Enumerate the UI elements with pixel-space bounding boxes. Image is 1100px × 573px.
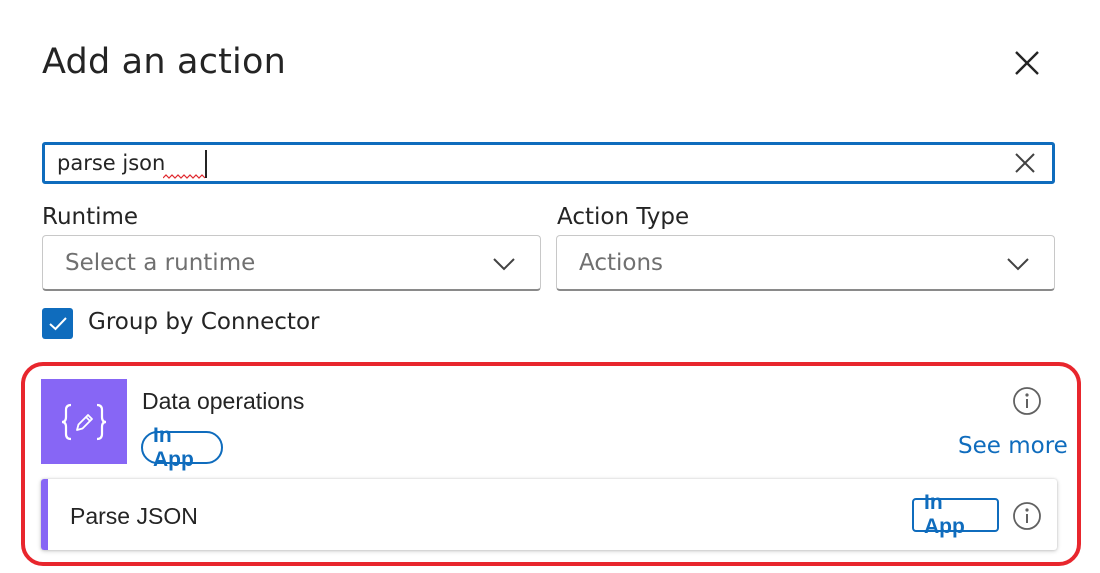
action-item-parse-json[interactable]: Parse JSON [41, 479, 1057, 550]
clear-search-button[interactable] [1012, 150, 1038, 176]
curly-braces-pencil-icon [61, 403, 107, 440]
action-type-label: Action Type [557, 204, 690, 230]
runtime-dropdown-placeholder: Select a runtime [65, 250, 256, 276]
text-caret [205, 150, 207, 178]
runtime-label: Runtime [42, 204, 139, 230]
dialog-title: Add an action [42, 42, 286, 82]
data-operations-connector-icon[interactable] [41, 379, 127, 464]
chevron-down-icon [493, 258, 515, 271]
action-in-app-badge: In App [912, 491, 999, 538]
action-info-icon[interactable] [1012, 501, 1042, 531]
clear-icon [1015, 153, 1035, 173]
runtime-dropdown[interactable]: Select a runtime [42, 235, 541, 291]
group-by-connector-checkbox[interactable] [42, 308, 73, 339]
close-button[interactable] [1008, 44, 1046, 82]
see-more-link[interactable]: See more [958, 433, 1068, 459]
search-box[interactable] [42, 142, 1055, 184]
connector-name: Data operations [142, 388, 305, 414]
connector-info-icon[interactable] [1012, 386, 1042, 416]
checkmark-icon [48, 316, 67, 330]
group-by-connector-label: Group by Connector [88, 309, 320, 335]
connector-in-app-badge: In App [141, 424, 223, 471]
action-type-dropdown-value: Actions [579, 250, 664, 276]
spellcheck-underline [163, 174, 205, 179]
action-type-dropdown[interactable]: Actions [556, 235, 1055, 291]
chevron-down-icon [1007, 258, 1029, 271]
close-icon [1015, 51, 1039, 75]
action-name: Parse JSON [70, 503, 198, 529]
action-accent-bar [41, 479, 48, 550]
